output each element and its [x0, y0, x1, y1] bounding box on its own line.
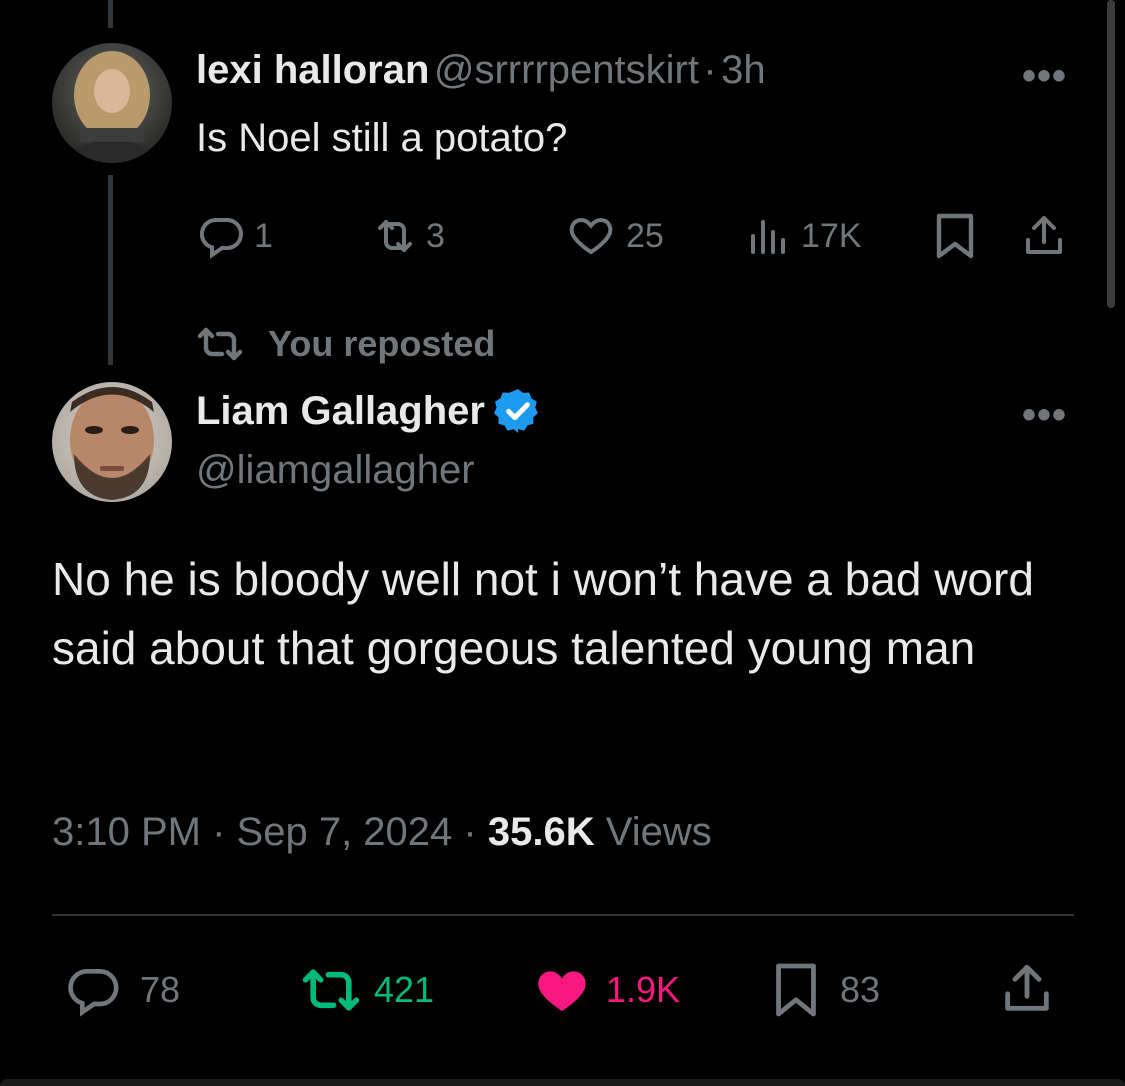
verified-badge-icon — [494, 389, 538, 433]
tweet-time[interactable]: 3:10 PM — [52, 810, 201, 854]
reply-like-count: 25 — [626, 216, 664, 255]
scrollbar[interactable] — [1107, 0, 1115, 308]
repost-indicator-icon — [197, 327, 243, 361]
tweet-view-count: 35.6K — [487, 810, 595, 854]
heart-icon — [538, 971, 586, 1011]
divider — [52, 914, 1074, 916]
avatar-liam-image — [52, 382, 172, 502]
reply-author-handle[interactable]: @srrrrpentskirt — [434, 48, 699, 92]
reply-text: Is Noel still a potato? — [196, 116, 568, 160]
main-more-icon[interactable]: ••• — [1022, 393, 1067, 438]
main-repost-count: 421 — [374, 969, 435, 1010]
reply-time[interactable]: 3h — [721, 48, 766, 92]
share-icon — [1026, 216, 1062, 254]
meta-separator-1: · — [212, 810, 226, 854]
main-share-button[interactable] — [998, 960, 1056, 1018]
thread-line-top — [108, 0, 113, 28]
repost-indicator-label: You reposted — [268, 323, 496, 364]
reply-reply-count: 1 — [254, 216, 273, 255]
main-like-button[interactable]: 1.9K — [532, 962, 680, 1018]
reply-share-button[interactable] — [1020, 212, 1068, 260]
repost-indicator[interactable]: You reposted — [196, 323, 495, 365]
reply-views-button[interactable]: 17K — [745, 212, 862, 260]
tweet-views-label: Views — [605, 810, 712, 854]
bookmark-icon — [776, 963, 816, 1017]
tweet-date[interactable]: Sep 7, 2024 — [237, 810, 453, 854]
main-author-row: Liam Gallagher — [196, 386, 543, 436]
main-reply-count: 78 — [140, 969, 181, 1010]
avatar-liam[interactable] — [52, 382, 172, 502]
heart-icon — [569, 217, 613, 255]
main-author-handle[interactable]: @liamgallagher — [196, 448, 475, 493]
main-bookmark-count: 83 — [840, 969, 881, 1010]
bottom-edge — [0, 1079, 1125, 1086]
reply-header: lexi halloran @srrrrpentskirt · 3h — [196, 48, 766, 93]
main-tweet-text: No he is bloody well not i won’t have a … — [52, 553, 1034, 674]
repost-icon — [378, 220, 412, 252]
views-icon — [751, 220, 785, 254]
bookmark-icon — [936, 213, 974, 259]
reply-icon — [199, 217, 243, 259]
reply-views-count: 17K — [801, 216, 862, 255]
main-like-count: 1.9K — [606, 969, 681, 1010]
reply-reply-button[interactable]: 1 — [198, 212, 273, 260]
reply-repost-button[interactable]: 3 — [370, 212, 445, 260]
avatar-lexi[interactable] — [52, 43, 172, 163]
main-bookmark-button[interactable]: 83 — [772, 960, 880, 1020]
main-author-name[interactable]: Liam Gallagher — [196, 389, 485, 434]
meta-separator-2: · — [463, 810, 477, 854]
reply-author-name[interactable]: lexi halloran — [196, 48, 429, 92]
share-icon — [1005, 964, 1049, 1011]
reply-like-button[interactable]: 25 — [566, 212, 664, 260]
reply-icon — [68, 968, 119, 1017]
avatar-lexi-image — [52, 43, 172, 163]
reply-more-icon[interactable]: ••• — [1022, 54, 1067, 99]
main-reply-button[interactable]: 78 — [66, 962, 180, 1018]
reply-separator: · — [703, 48, 717, 92]
repost-icon — [302, 969, 360, 1011]
thread-line — [108, 175, 113, 365]
main-repost-button[interactable]: 421 — [300, 962, 434, 1018]
reply-bookmark-button[interactable] — [933, 212, 977, 260]
reply-repost-count: 3 — [426, 216, 445, 255]
tweet-meta: 3:10 PM · Sep 7, 2024 · 35.6K Views — [52, 810, 712, 855]
